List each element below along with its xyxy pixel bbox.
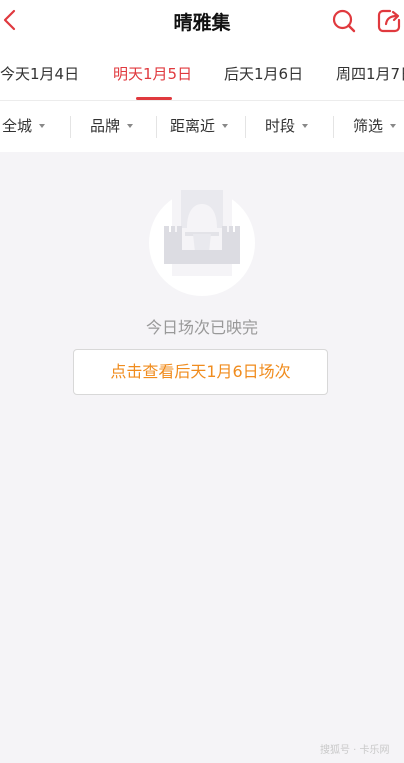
divider [156,116,157,138]
filter-brand[interactable]: 品牌 [90,101,134,152]
filter-more-label: 筛选 [353,117,384,135]
divider [70,116,71,138]
caret-down-icon [302,123,309,128]
chevron-left-icon [3,9,16,31]
caret-down-icon [222,123,229,128]
filter-brand-label: 品牌 [90,117,121,135]
tab-tomorrow[interactable]: 明天1月5日 [113,63,192,84]
divider [245,116,246,138]
caret-down-icon [39,123,46,128]
top-navigation-bar: 晴雅集 [0,0,404,46]
watermark: 搜狐号 · 卡乐网 [320,745,390,756]
caret-down-icon [127,123,134,128]
divider [333,116,334,138]
filter-distance[interactable]: 距离近 [170,101,229,152]
tab-day-after-tomorrow[interactable]: 后天1月6日 [224,63,303,84]
filter-time-slot-label: 时段 [265,117,296,135]
tab-thursday[interactable]: 周四1月7日 [336,63,404,84]
filter-bar: 全城 品牌 距离近 时段 筛选 [0,101,404,152]
active-tab-indicator [136,97,172,100]
filter-time-slot[interactable]: 时段 [265,101,309,152]
filter-city[interactable]: 全城 [2,101,46,152]
empty-state-message: 今日场次已映完 [145,318,258,337]
date-tabs: 今天1月4日 明天1月5日 后天1月6日 周四1月7日 [0,46,404,101]
share-button[interactable] [376,8,402,34]
search-icon [332,9,356,33]
filter-more[interactable]: 筛选 [353,101,397,152]
back-button[interactable] [0,6,26,36]
caret-down-icon [390,123,397,128]
search-button[interactable] [331,8,357,34]
view-next-day-button[interactable]: 点击查看后天1月6日场次 [73,349,328,395]
filter-distance-label: 距离近 [170,117,216,135]
share-icon [377,9,401,33]
filter-city-label: 全城 [2,117,33,135]
cinema-building-icon [147,186,257,296]
tab-today[interactable]: 今天1月4日 [0,63,79,84]
